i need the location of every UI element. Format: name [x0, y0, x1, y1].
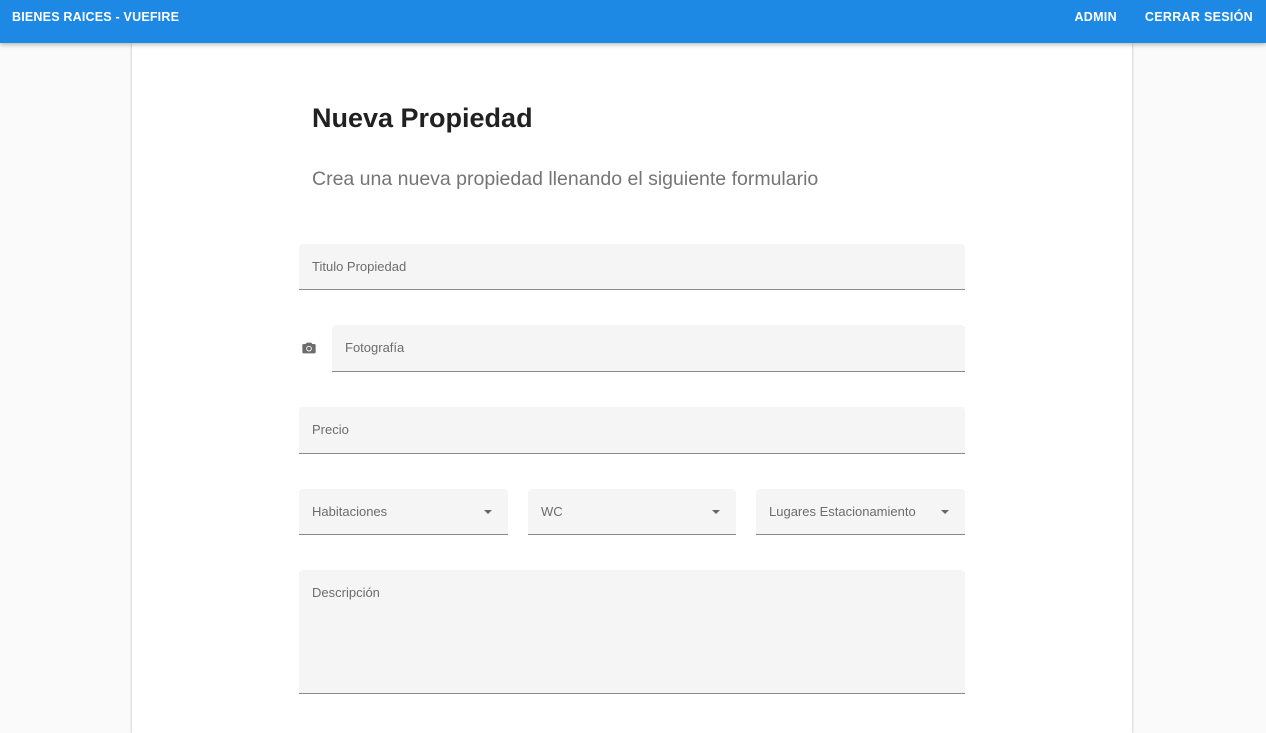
wc-select[interactable]: WC [528, 489, 736, 535]
arrow-drop-down-icon [712, 510, 720, 514]
arrow-drop-down-icon [941, 510, 949, 514]
camera-icon[interactable] [300, 340, 318, 356]
habitaciones-label: Habitaciones [312, 504, 388, 519]
estacionamiento-label: Lugares Estacionamiento [769, 504, 916, 519]
arrow-drop-down-icon [484, 510, 492, 514]
descripcion-label: Descripción [312, 585, 380, 600]
form-card: Nueva Propiedad Crea una nueva propiedad… [132, 43, 1132, 733]
precio-field[interactable]: Precio [299, 407, 965, 454]
nav-menu: ADMIN CERRAR SESIÓN [1046, 10, 1253, 24]
app-bar: BIENES RAICES - VUEFIRE ADMIN CERRAR SES… [0, 0, 1266, 43]
titulo-label: Titulo Propiedad [312, 259, 407, 274]
habitaciones-select[interactable]: Habitaciones [299, 489, 508, 535]
page-subtitle: Crea una nueva propiedad llenando el sig… [312, 168, 819, 190]
wc-label: WC [541, 504, 563, 519]
estacionamiento-select[interactable]: Lugares Estacionamiento [756, 489, 965, 535]
precio-label: Precio [312, 422, 349, 437]
app-title[interactable]: BIENES RAICES - VUEFIRE [12, 10, 179, 24]
logout-button[interactable]: CERRAR SESIÓN [1145, 10, 1253, 24]
foto-label: Fotografía [345, 340, 405, 355]
titulo-field[interactable]: Titulo Propiedad [299, 244, 965, 290]
page-title: Nueva Propiedad [312, 103, 533, 133]
foto-field[interactable]: Fotografía [332, 325, 965, 372]
descripcion-textarea[interactable]: Descripción [299, 570, 965, 694]
admin-button[interactable]: ADMIN [1074, 10, 1116, 24]
